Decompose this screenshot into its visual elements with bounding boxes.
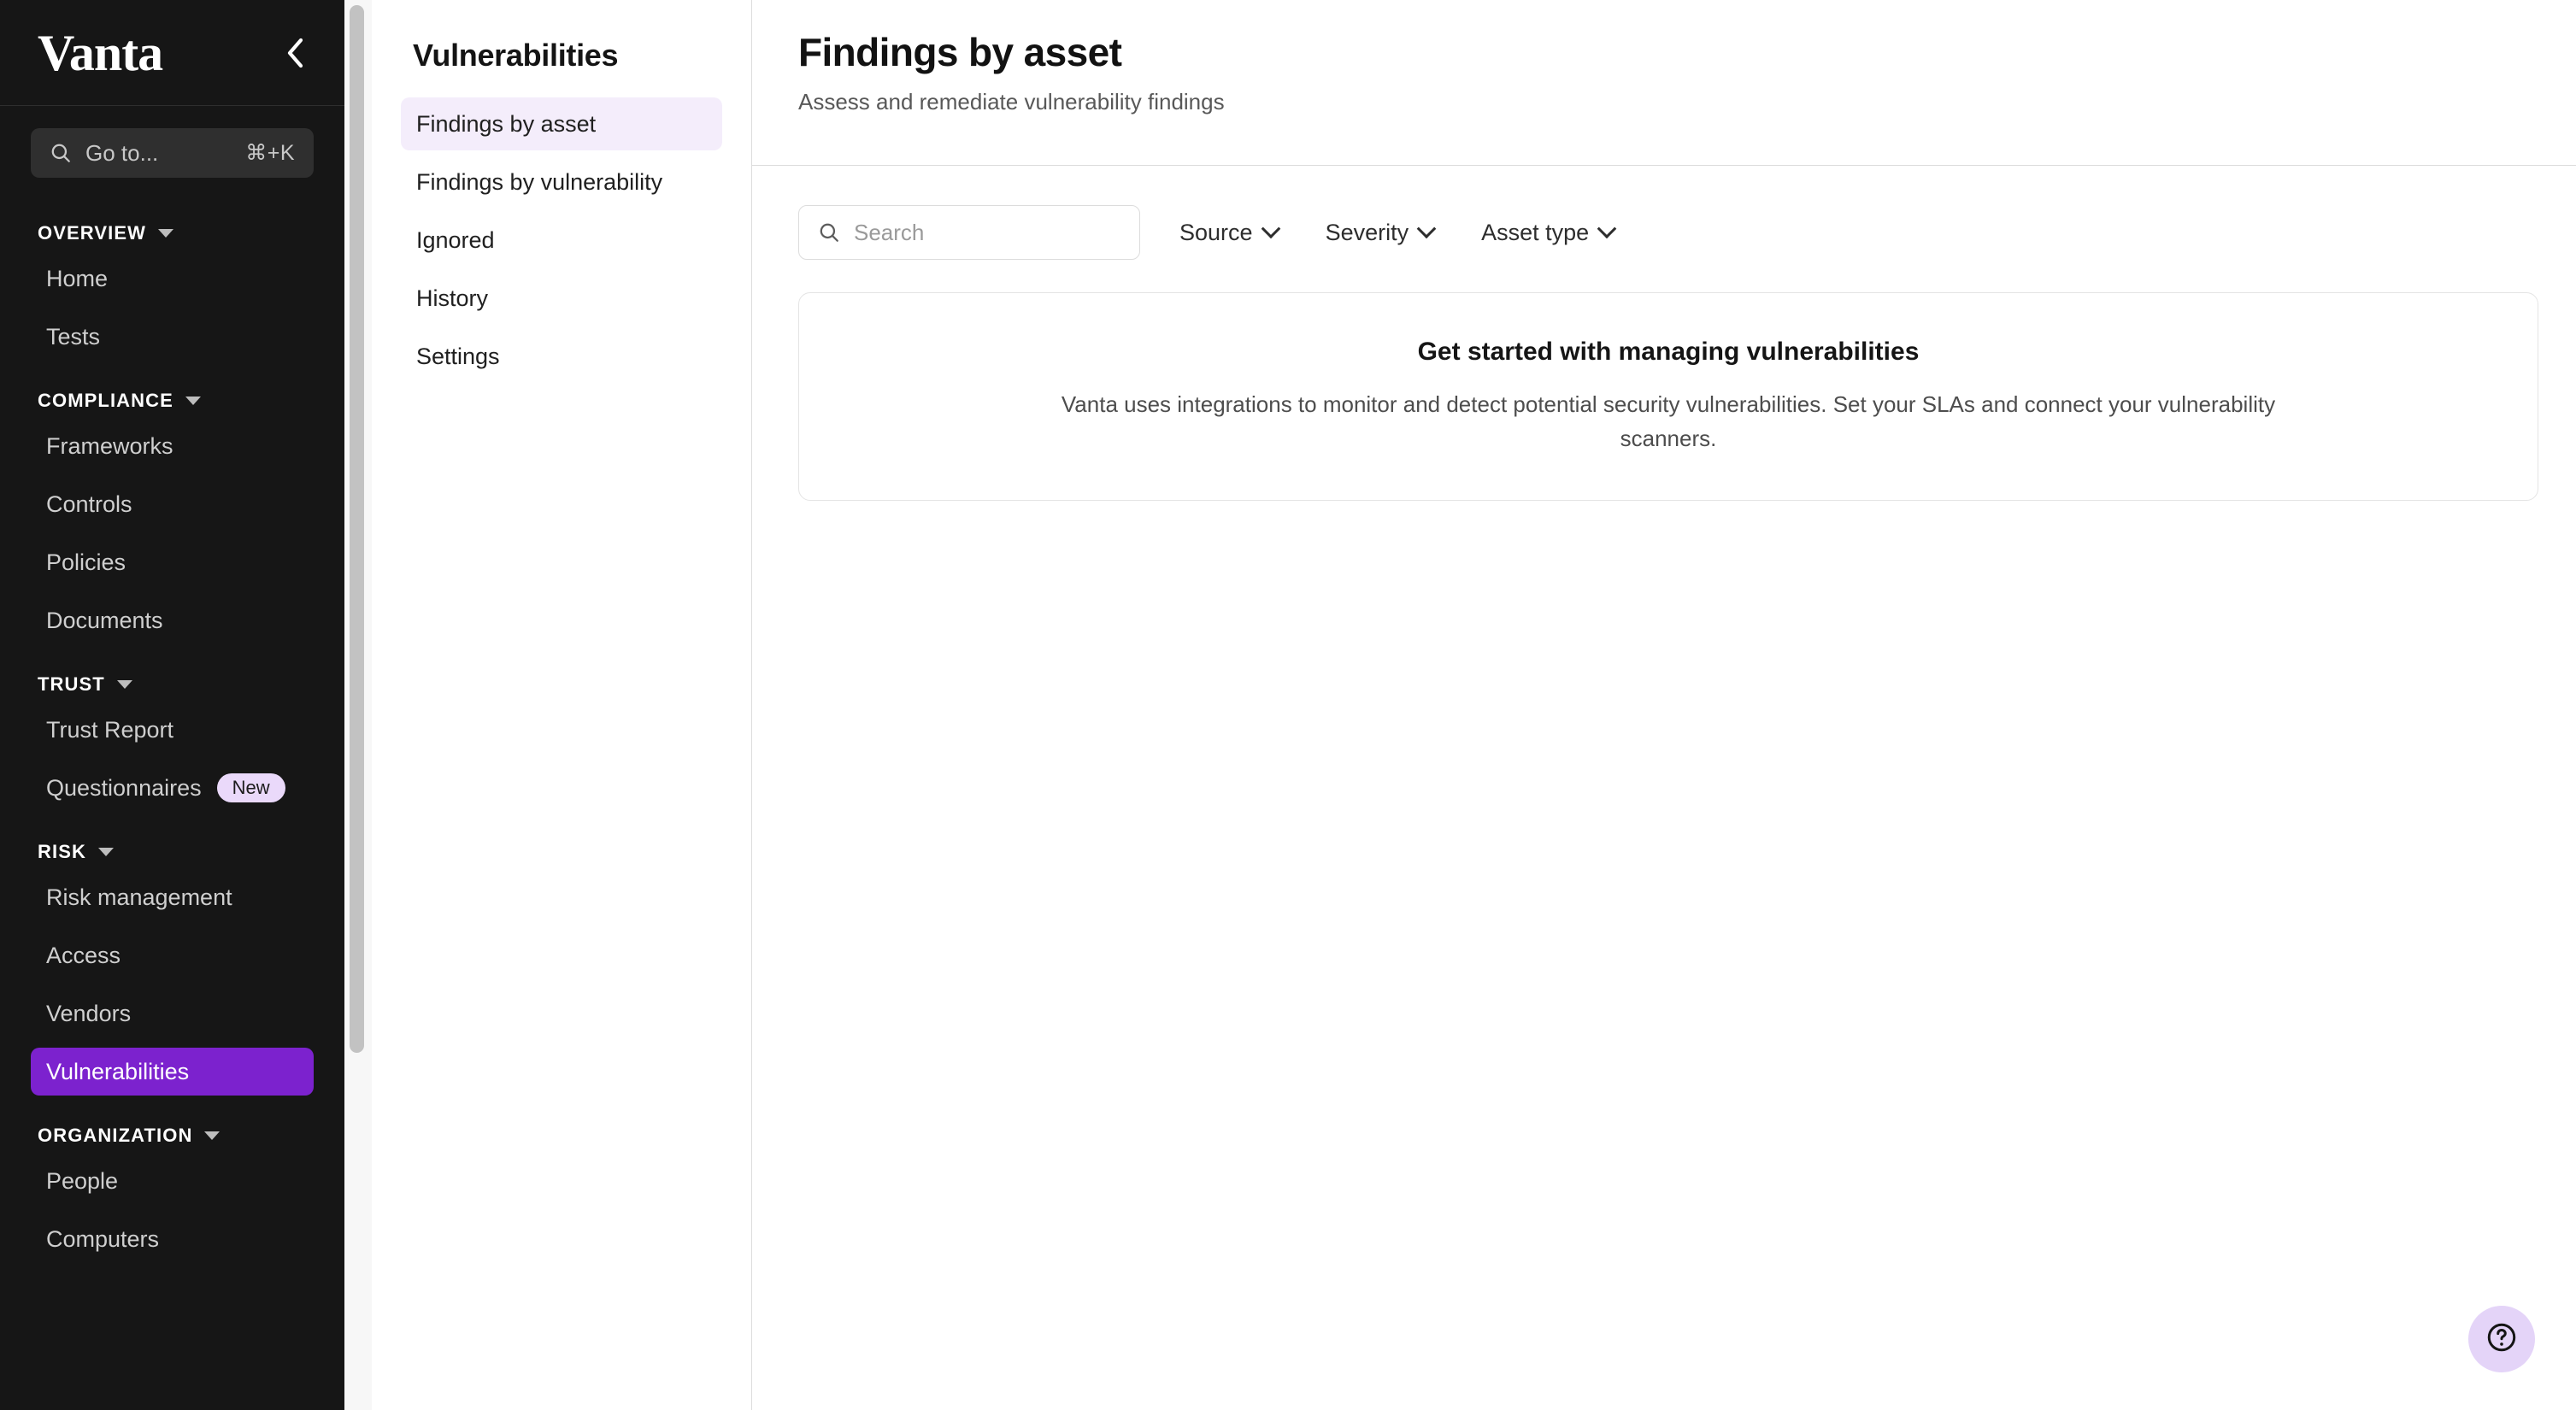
- chevron-left-icon[interactable]: [276, 34, 314, 72]
- chevron-down-icon: [1597, 219, 1617, 239]
- subnav-item-ignored[interactable]: Ignored: [401, 214, 722, 267]
- sidebar-nav: OVERVIEW Home Tests COMPLIANCE Framework…: [0, 203, 344, 1263]
- nav-group-risk[interactable]: RISK: [31, 822, 314, 873]
- sidebar-item-label: Access: [46, 942, 121, 968]
- sidebar-item-label: Policies: [46, 549, 126, 575]
- app-root: Vanta Go to... ⌘+K OVERVIEW Home Tests C…: [0, 0, 2576, 1410]
- subnav-item-label: Findings by asset: [416, 110, 597, 137]
- sidebar-item-vulnerabilities[interactable]: Vulnerabilities: [31, 1048, 314, 1096]
- nav-group-organization[interactable]: ORGANIZATION: [31, 1106, 314, 1157]
- primary-sidebar: Vanta Go to... ⌘+K OVERVIEW Home Tests C…: [0, 0, 344, 1410]
- sidebar-item-label: Risk management: [46, 884, 232, 910]
- sidebar-item-label: Home: [46, 265, 109, 291]
- subnav-item-label: History: [416, 285, 489, 311]
- sidebar-item-label: People: [46, 1167, 119, 1194]
- chevron-down-icon: [1416, 219, 1437, 239]
- subnav-item-settings[interactable]: Settings: [401, 330, 722, 383]
- sidebar-item-label: Trust Report: [46, 716, 174, 743]
- sidebar-item-label: Documents: [46, 607, 163, 633]
- sidebar-item-controls[interactable]: Controls: [31, 480, 314, 528]
- sidebar-item-home[interactable]: Home: [31, 255, 314, 303]
- sidebar-item-label: Computers: [46, 1225, 160, 1252]
- chevron-down-icon: [185, 397, 201, 405]
- global-search-input[interactable]: Go to... ⌘+K: [31, 128, 314, 178]
- sidebar-item-vendors[interactable]: Vendors: [31, 990, 314, 1037]
- sidebar-item-people[interactable]: People: [31, 1157, 314, 1205]
- sidebar-item-label: Tests: [46, 323, 101, 350]
- sidebar-item-frameworks[interactable]: Frameworks: [31, 422, 314, 470]
- sidebar-item-trust-report[interactable]: Trust Report: [31, 706, 314, 754]
- question-circle-icon: [2485, 1321, 2518, 1358]
- nav-group-compliance[interactable]: COMPLIANCE: [31, 371, 314, 422]
- filter-label: Severity: [1325, 219, 1409, 245]
- nav-group-overview[interactable]: OVERVIEW: [31, 203, 314, 255]
- page-title: Findings by asset: [798, 30, 1122, 74]
- sidebar-item-questionnaires[interactable]: Questionnaires New: [31, 764, 314, 812]
- chevron-down-icon: [204, 1131, 221, 1140]
- sidebar-scrollbar-thumb[interactable]: [350, 5, 364, 1053]
- subnav-item-label: Settings: [416, 343, 500, 369]
- nav-group-label: COMPLIANCE: [38, 390, 173, 411]
- search-icon: [818, 221, 840, 244]
- vanta-logo: Vanta: [38, 24, 163, 81]
- global-search-placeholder: Go to...: [85, 139, 159, 166]
- sidebar-item-policies[interactable]: Policies: [31, 538, 314, 586]
- nav-group-label: OVERVIEW: [38, 222, 146, 244]
- sidebar-item-label: Questionnaires: [46, 774, 202, 801]
- empty-state-card: Get started with managing vulnerabilitie…: [798, 292, 2538, 501]
- filter-toolbar: Search Source Severity Asset type: [752, 166, 2576, 260]
- nav-group-trust[interactable]: TRUST: [31, 655, 314, 706]
- subnav-item-label: Findings by vulnerability: [416, 168, 663, 195]
- nav-group-label: RISK: [38, 841, 86, 862]
- subnav-item-findings-by-vulnerability[interactable]: Findings by vulnerability: [401, 156, 722, 209]
- subnav-title: Vulnerabilities: [413, 38, 619, 73]
- filter-asset-type-dropdown[interactable]: Asset type: [1473, 209, 1622, 256]
- sidebar-item-label: Frameworks: [46, 432, 173, 459]
- sidebar-item-access[interactable]: Access: [31, 931, 314, 979]
- status-badge-new: New: [216, 773, 285, 802]
- filter-label: Source: [1179, 219, 1253, 245]
- nav-group-label: ORGANIZATION: [38, 1125, 193, 1146]
- sidebar-item-documents[interactable]: Documents: [31, 596, 314, 644]
- main-content: Findings by asset Assess and remediate v…: [752, 0, 2576, 1410]
- chevron-down-icon: [157, 229, 173, 238]
- sidebar-item-label: Vendors: [46, 1000, 132, 1026]
- sidebar-item-computers[interactable]: Computers: [31, 1215, 314, 1263]
- sidebar-header: Vanta: [0, 0, 344, 106]
- sidebar-item-label: Vulnerabilities: [46, 1058, 190, 1084]
- secondary-nav-panel: Vulnerabilities Findings by asset Findin…: [372, 0, 752, 1410]
- chevron-down-icon: [116, 680, 132, 689]
- subnav-item-findings-by-asset[interactable]: Findings by asset: [401, 97, 722, 150]
- global-search-shortcut: ⌘+K: [245, 141, 295, 165]
- empty-state-body: Vanta uses integrations to monitor and d…: [1061, 391, 2276, 451]
- chevron-down-icon: [1261, 219, 1280, 239]
- page-subtitle: Assess and remediate vulnerability findi…: [798, 89, 1225, 115]
- filter-severity-dropdown[interactable]: Severity: [1317, 209, 1443, 256]
- chevron-down-icon: [97, 848, 114, 856]
- sidebar-search-wrap: Go to... ⌘+K: [0, 106, 344, 178]
- sidebar-item-risk-management[interactable]: Risk management: [31, 873, 314, 921]
- nav-group-label: TRUST: [38, 673, 105, 695]
- sidebar-item-tests[interactable]: Tests: [31, 313, 314, 361]
- search-placeholder: Search: [854, 219, 925, 245]
- search-input[interactable]: Search: [798, 205, 1140, 260]
- empty-state-title: Get started with managing vulnerabilitie…: [1417, 337, 1920, 366]
- subnav-item-history[interactable]: History: [401, 272, 722, 325]
- search-icon: [50, 142, 72, 164]
- sidebar-item-label: Controls: [46, 491, 132, 517]
- filter-label: Asset type: [1481, 219, 1590, 245]
- filter-source-dropdown[interactable]: Source: [1171, 209, 1286, 256]
- subnav-item-label: Ignored: [416, 226, 495, 253]
- help-button[interactable]: [2468, 1306, 2535, 1372]
- page-header: Findings by asset Assess and remediate v…: [752, 0, 2576, 166]
